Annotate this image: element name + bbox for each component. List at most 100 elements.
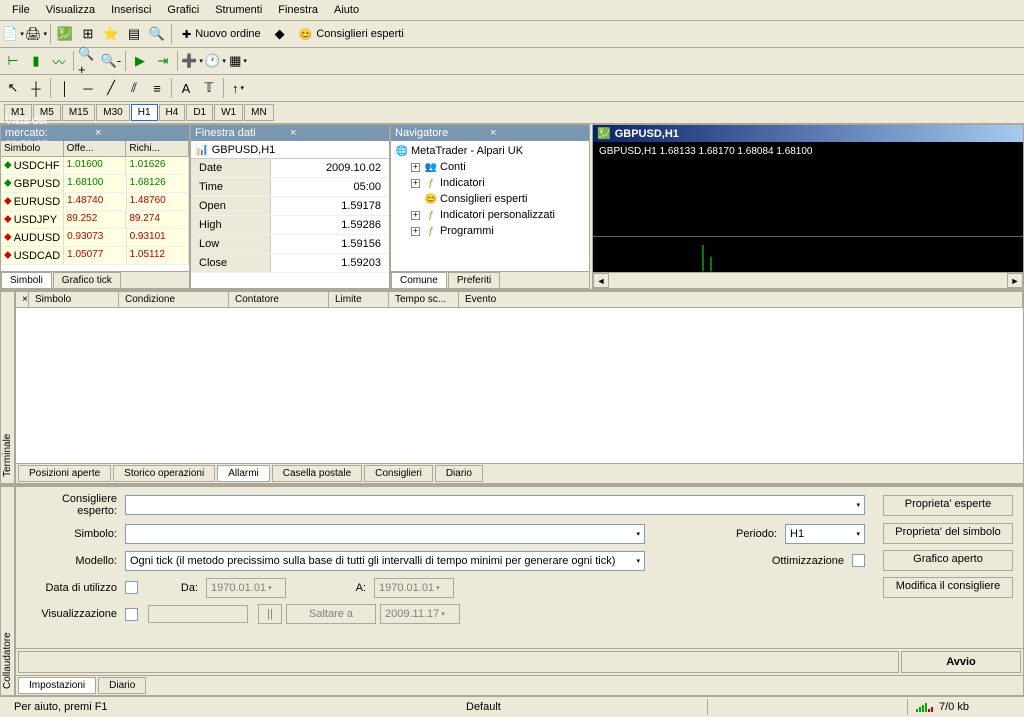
tab-preferiti[interactable]: Preferiti bbox=[448, 272, 500, 288]
tf-h4[interactable]: H4 bbox=[159, 104, 186, 121]
tab-allarmi[interactable]: Allarmi bbox=[217, 465, 270, 482]
col-contatore[interactable]: Contatore bbox=[229, 292, 329, 307]
horizontal-line-icon[interactable]: ─ bbox=[77, 77, 99, 99]
expander-icon[interactable]: + bbox=[411, 179, 420, 188]
market-row[interactable]: ⬥USDJPY89.25289.274 bbox=[1, 211, 189, 229]
tab-consiglieri[interactable]: Consiglieri bbox=[364, 465, 433, 482]
vertical-line-icon[interactable]: │ bbox=[54, 77, 76, 99]
ottimizzazione-check[interactable] bbox=[852, 554, 865, 567]
menu-finestra[interactable]: Finestra bbox=[270, 2, 326, 18]
avvio-button[interactable]: Avvio bbox=[901, 651, 1021, 673]
close-icon[interactable]: × bbox=[287, 127, 385, 139]
templates-icon[interactable]: ▦▾ bbox=[227, 50, 249, 72]
scroll-left-icon[interactable]: ◄ bbox=[593, 273, 609, 288]
col-simbolo[interactable]: Simbolo bbox=[29, 292, 119, 307]
tester-vtab[interactable]: Collaudatore bbox=[0, 486, 15, 696]
market-row[interactable]: ⬥USDCAD1.050771.05112 bbox=[1, 247, 189, 265]
chart-shift-icon[interactable]: ⇥ bbox=[152, 50, 174, 72]
periods-icon[interactable]: 🕐▾ bbox=[204, 50, 226, 72]
navigator-icon[interactable]: ⭐ bbox=[100, 23, 122, 45]
speed-slider[interactable] bbox=[148, 605, 248, 623]
metaeditor-icon[interactable]: ◆ bbox=[269, 23, 291, 45]
tab-storico[interactable]: Storico operazioni bbox=[113, 465, 215, 482]
terminal-icon[interactable]: ▤ bbox=[123, 23, 145, 45]
data-window-icon[interactable]: ⊞ bbox=[77, 23, 99, 45]
trendline-icon[interactable]: ╱ bbox=[100, 77, 122, 99]
grafico-aperto-button[interactable]: Grafico aperto bbox=[883, 550, 1013, 571]
tab-impostazioni[interactable]: Impostazioni bbox=[18, 677, 96, 694]
menu-file[interactable]: File bbox=[4, 2, 38, 18]
tf-w1[interactable]: W1 bbox=[214, 104, 243, 121]
col-condizione[interactable]: Condizione bbox=[119, 292, 229, 307]
new-order-button[interactable]: ✚ Nuovo ordine bbox=[175, 23, 268, 45]
new-chart-icon[interactable]: 📄▾ bbox=[2, 23, 24, 45]
nav-programmi[interactable]: +ƒProgrammi bbox=[393, 223, 587, 239]
menu-grafici[interactable]: Grafici bbox=[159, 2, 207, 18]
tf-m30[interactable]: M30 bbox=[96, 104, 129, 121]
tab-casella[interactable]: Casella postale bbox=[272, 465, 362, 482]
zoom-out-icon[interactable]: 🔍- bbox=[100, 50, 122, 72]
proprieta-esperte-button[interactable]: Proprieta' esperte bbox=[883, 495, 1013, 516]
zoom-in-icon[interactable]: 🔍+ bbox=[77, 50, 99, 72]
nav-indicatori-pers[interactable]: +ƒIndicatori personalizzati bbox=[393, 207, 587, 223]
tab-diario-tester[interactable]: Diario bbox=[98, 677, 146, 694]
col-simbolo[interactable]: Simbolo bbox=[1, 141, 64, 156]
candle-chart-icon[interactable]: ▮ bbox=[25, 50, 47, 72]
close-icon[interactable]: × bbox=[92, 127, 185, 139]
col-limite[interactable]: Limite bbox=[329, 292, 389, 307]
profiles-icon[interactable]: 🖨▾ bbox=[25, 23, 47, 45]
menu-visualizza[interactable]: Visualizza bbox=[38, 2, 103, 18]
status-profile[interactable]: Default bbox=[458, 699, 708, 715]
fibonacci-icon[interactable]: ≡ bbox=[146, 77, 168, 99]
visualizzazione-check[interactable] bbox=[125, 608, 138, 621]
saltare-date[interactable]: 2009.11.17▾ bbox=[380, 604, 460, 624]
crosshair-icon[interactable]: ┼ bbox=[25, 77, 47, 99]
arrows-icon[interactable]: ↑▾ bbox=[227, 77, 249, 99]
col-tempo[interactable]: Tempo sc... bbox=[389, 292, 459, 307]
tf-h1[interactable]: H1 bbox=[131, 104, 158, 121]
tf-mn[interactable]: MN bbox=[244, 104, 274, 121]
expander-icon[interactable]: + bbox=[411, 163, 420, 172]
periodo-select[interactable]: H1▾ bbox=[785, 524, 865, 544]
scroll-right-icon[interactable]: ► bbox=[1007, 273, 1023, 288]
pause-button[interactable]: || bbox=[258, 604, 282, 624]
tab-diario[interactable]: Diario bbox=[435, 465, 483, 482]
market-watch-icon[interactable]: 💹 bbox=[54, 23, 76, 45]
bar-chart-icon[interactable]: ⊢ bbox=[2, 50, 24, 72]
col-evento[interactable]: Evento bbox=[459, 292, 1023, 307]
a-date[interactable]: 1970.01.01▾ bbox=[374, 578, 454, 598]
channel-icon[interactable]: ⫽ bbox=[123, 77, 145, 99]
menu-inserisci[interactable]: Inserisci bbox=[103, 2, 159, 18]
indicators-icon[interactable]: ➕▾ bbox=[181, 50, 203, 72]
expander-icon[interactable]: + bbox=[411, 211, 420, 220]
expert-advisors-button[interactable]: 😊 Consiglieri esperti bbox=[292, 23, 411, 45]
terminal-rows[interactable] bbox=[16, 308, 1023, 463]
simbolo-select[interactable]: ▾ bbox=[125, 524, 645, 544]
market-row[interactable]: ⬥AUDUSD0.930730.93101 bbox=[1, 229, 189, 247]
col-richiesta[interactable]: Richi... bbox=[126, 141, 189, 156]
close-icon[interactable]: × bbox=[487, 127, 585, 139]
modifica-consigliere-button[interactable]: Modifica il consigliere bbox=[883, 577, 1013, 598]
text-label-icon[interactable]: 𝕋 bbox=[198, 77, 220, 99]
nav-indicatori[interactable]: +ƒIndicatori bbox=[393, 175, 587, 191]
consigliere-select[interactable]: ▾ bbox=[125, 495, 865, 515]
market-row[interactable]: ⬥USDCHF1.016001.01626 bbox=[1, 157, 189, 175]
chart-canvas[interactable] bbox=[593, 161, 1023, 236]
modello-select[interactable]: Ogni tick (il metodo precissimo sulla ba… bbox=[125, 551, 645, 571]
col-offerta[interactable]: Offe... bbox=[64, 141, 127, 156]
auto-scroll-icon[interactable]: ▶ bbox=[129, 50, 151, 72]
scroll-track[interactable] bbox=[609, 273, 1007, 288]
tab-grafico-tick[interactable]: Grafico tick bbox=[53, 272, 121, 288]
da-date[interactable]: 1970.01.01▾ bbox=[206, 578, 286, 598]
close-icon[interactable]: × bbox=[16, 292, 29, 307]
data-utilizzo-check[interactable] bbox=[125, 581, 138, 594]
chart-indicator-area[interactable] bbox=[593, 236, 1023, 272]
tab-posizioni[interactable]: Posizioni aperte bbox=[18, 465, 111, 482]
strategy-tester-icon[interactable]: 🔍 bbox=[146, 23, 168, 45]
nav-consiglieri[interactable]: 😊Consiglieri esperti bbox=[393, 191, 587, 207]
nav-conti[interactable]: +👥Conti bbox=[393, 159, 587, 175]
tab-comune[interactable]: Comune bbox=[391, 272, 447, 288]
nav-root[interactable]: 🌐MetaTrader - Alpari UK bbox=[393, 143, 587, 159]
status-connection[interactable]: 7/0 kb bbox=[908, 699, 1018, 715]
menu-strumenti[interactable]: Strumenti bbox=[207, 2, 270, 18]
